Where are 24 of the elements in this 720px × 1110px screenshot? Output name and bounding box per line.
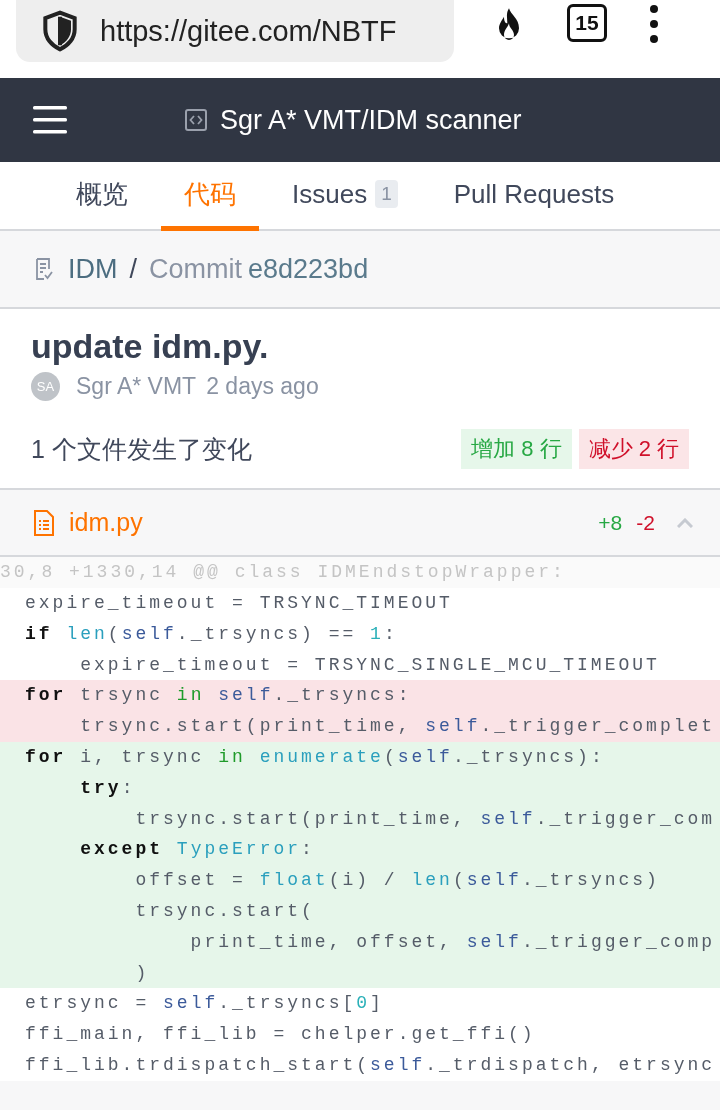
repo-link[interactable]: IDM (68, 253, 118, 285)
nav-tab[interactable]: 概览 (53, 162, 151, 231)
commit-time: 2 days ago (206, 373, 319, 400)
avatar: SA (31, 372, 60, 401)
url-text: https://gitee.com/NBTF (100, 14, 397, 48)
count-badge: 1 (375, 180, 398, 208)
removed-count: -2 (636, 510, 655, 535)
change-summary: 1 个文件发生了变化 (31, 433, 253, 465)
added-lines-tag: 增加 8 行 (461, 429, 572, 469)
menu-icon[interactable] (33, 106, 67, 134)
commit-label: Commit (149, 253, 242, 285)
removed-lines-tag: 减少 2 行 (578, 429, 689, 469)
repo-title: Sgr A* VMT/IDM scanner (220, 104, 522, 136)
nav-tab[interactable]: Pull Requests (430, 162, 638, 231)
added-count: +8 (598, 510, 623, 535)
commit-hash: e8d223bd (248, 253, 369, 285)
address-bar[interactable]: https://gitee.com/NBTF (16, 0, 454, 62)
breadcrumb-separator: / (129, 253, 137, 285)
more-menu-icon[interactable] (649, 4, 659, 44)
code-icon (184, 108, 208, 132)
tab-count-button[interactable]: 15 (567, 4, 607, 42)
nav-tab[interactable]: Issues 1 (269, 162, 421, 231)
file-icon (32, 509, 56, 536)
commit-title: update idm.py. (31, 327, 270, 366)
